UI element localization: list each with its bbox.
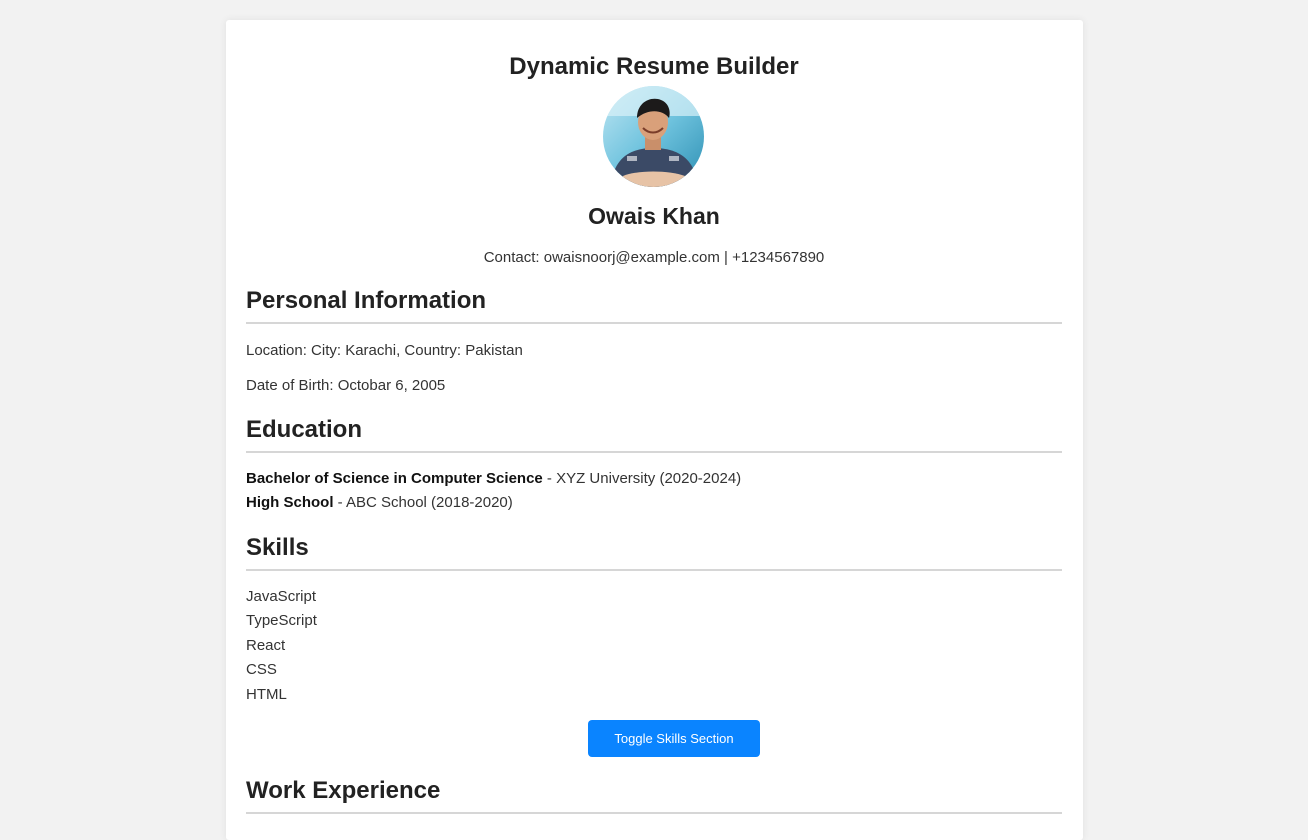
person-name: Owais Khan xyxy=(588,203,720,229)
date-of-birth-text: Date of Birth: Octobar 6, 2005 xyxy=(246,377,446,394)
work-experience-heading: Work Experience xyxy=(246,776,1062,814)
location-text: Location: City: Karachi, Country: Pakist… xyxy=(246,342,523,359)
page-title: Dynamic Resume Builder xyxy=(509,53,799,80)
skill-item: React xyxy=(246,637,286,654)
education-degree: High School xyxy=(246,494,334,511)
skill-item: TypeScript xyxy=(246,612,317,629)
education-heading: Education xyxy=(246,415,1062,453)
skill-item: CSS xyxy=(246,661,277,678)
education-detail: - XYZ University (2020-2024) xyxy=(542,470,742,487)
skill-item: JavaScript xyxy=(246,588,317,605)
education-degree: Bachelor of Science in Computer Science xyxy=(246,470,543,487)
education-item: Bachelor of Science in Computer Science … xyxy=(246,469,741,489)
education-detail: - ABC School (2018-2020) xyxy=(333,494,513,511)
toggle-skills-button[interactable]: Toggle Skills Section xyxy=(588,720,760,757)
skill-item: HTML xyxy=(246,686,287,703)
personal-info-heading: Personal Information xyxy=(246,286,1062,324)
skills-heading: Skills xyxy=(246,533,1062,571)
contact-info: Contact: owaisnoorj@example.com | +12345… xyxy=(483,249,825,266)
education-item: High School - ABC School (2018-2020) xyxy=(246,493,513,513)
resume-card: Dynamic Resume Builder Owais Khan Contac… xyxy=(226,20,1083,840)
profile-photo-image xyxy=(603,86,704,187)
profile-photo xyxy=(603,86,704,187)
